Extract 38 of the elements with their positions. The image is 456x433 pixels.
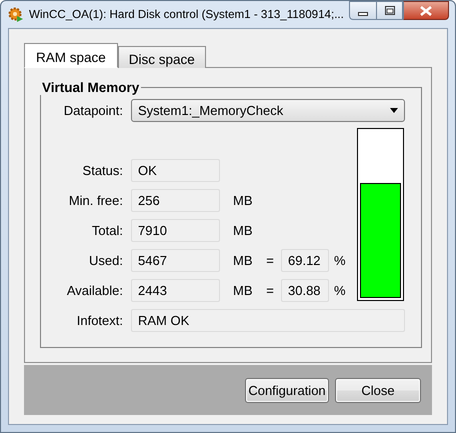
caret-icon [390, 108, 398, 113]
minimize-button[interactable] [349, 1, 376, 20]
close-button[interactable] [403, 1, 449, 20]
unit-label: MB [233, 253, 254, 268]
unit-label: MB [233, 193, 254, 208]
unit-label: MB [233, 283, 254, 298]
field-label: Status: [82, 163, 124, 178]
field-label: Infotext: [76, 313, 124, 328]
percent-sign: % [333, 283, 347, 298]
maximize-icon [384, 6, 394, 15]
unit-label: MB [233, 223, 254, 238]
tab[interactable]: RAM space [24, 43, 118, 68]
equals-sign: = [265, 253, 275, 268]
infotext-field: RAM OK [131, 309, 405, 332]
group-title: Virtual Memory [41, 80, 140, 95]
value-field: 5467 [131, 249, 220, 272]
dialog-button[interactable]: Close [335, 378, 421, 402]
field-label: Total: [90, 223, 124, 238]
maximize-button[interactable] [376, 1, 403, 20]
percent-field: 30.88 [281, 279, 329, 302]
percent-sign: % [333, 253, 347, 268]
dialog-button[interactable]: Configuration [245, 378, 329, 402]
value-field: OK [131, 159, 220, 182]
datapoint-dropdown[interactable]: System1:_MemoryCheck [131, 99, 405, 122]
value-field: 2443 [131, 279, 220, 302]
field-label: Available: [66, 283, 124, 298]
field-label: Used: [88, 253, 124, 268]
field-label: Min. free: [68, 193, 124, 208]
gear-icon [8, 6, 24, 22]
percent-field: 69.12 [281, 249, 329, 272]
equals-sign: = [265, 283, 275, 298]
value-field: 256 [131, 189, 220, 212]
value-field: 7910 [131, 219, 220, 242]
close-icon [420, 6, 432, 16]
window-title: WinCC_OA(1): Hard Disk control (System1 - 313_1180914;... [29, 8, 344, 21]
minimize-icon [358, 12, 368, 16]
field-label: Datapoint: [62, 103, 124, 118]
tab[interactable]: Disc space [118, 46, 206, 68]
